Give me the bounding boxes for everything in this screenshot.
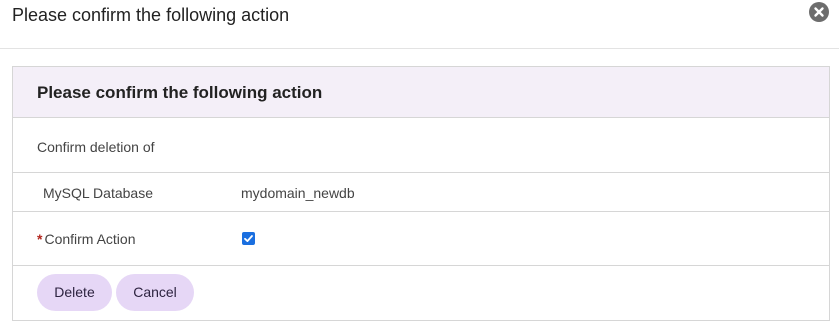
actions-row: Delete Cancel [13, 266, 829, 320]
confirm-action-text: Confirm Action [44, 231, 136, 247]
confirm-panel: Please confirm the following action Conf… [12, 66, 830, 321]
delete-button[interactable]: Delete [37, 274, 112, 311]
confirm-action-checkbox[interactable] [242, 232, 255, 245]
panel-title: Please confirm the following action [37, 83, 323, 102]
panel-header: Please confirm the following action [13, 67, 829, 118]
close-icon[interactable] [809, 2, 829, 22]
confirm-action-label: * Confirm Action [37, 231, 136, 247]
confirm-row: * Confirm Action [13, 212, 829, 266]
intro-row: Confirm deletion of [13, 118, 829, 173]
item-type-label: MySQL Database [43, 185, 153, 201]
item-row: MySQL Database mydomain_newdb [13, 173, 829, 212]
dialog-title: Please confirm the following action [12, 5, 290, 25]
item-name-value: mydomain_newdb [241, 185, 355, 201]
required-marker: * [37, 231, 43, 247]
cancel-button[interactable]: Cancel [116, 274, 194, 311]
dialog-header: Please confirm the following action [0, 0, 839, 49]
intro-text: Confirm deletion of [37, 139, 155, 155]
